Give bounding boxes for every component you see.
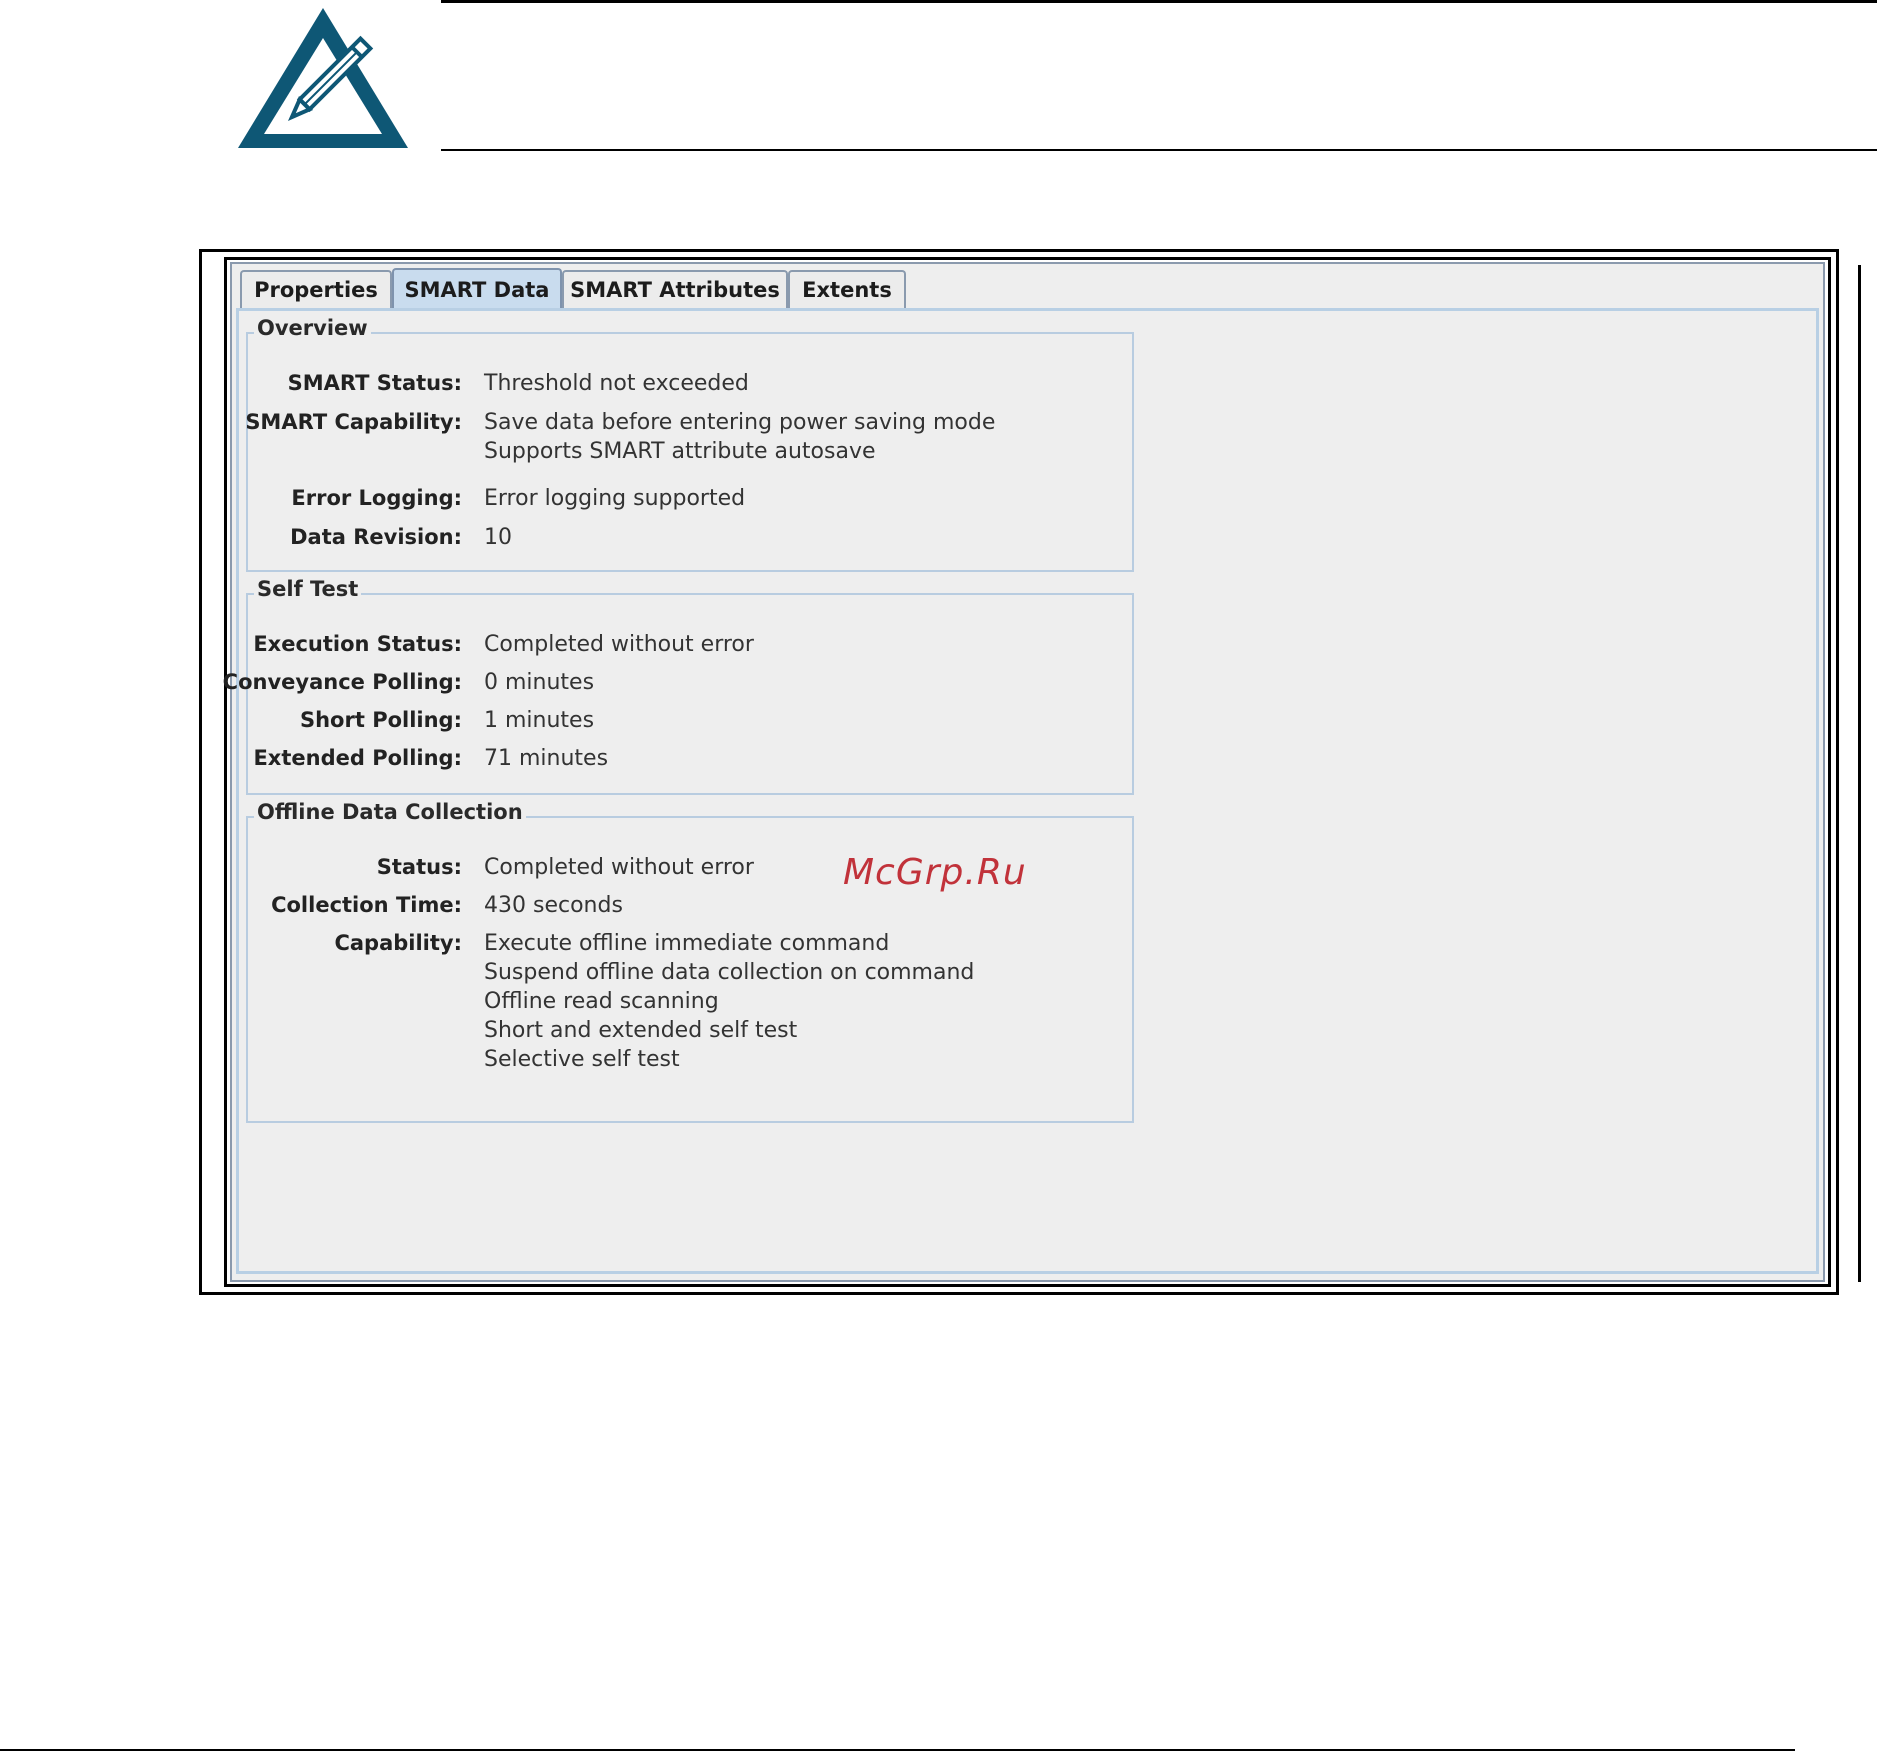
tab-panel-smart-data: Overview SMART Status: Threshold not exc…: [223, 308, 1819, 1274]
side-bar-mark: [1858, 265, 1861, 1282]
field-label: Capability:: [334, 931, 462, 955]
field-label: Extended Polling:: [253, 746, 462, 770]
list-item: Supports SMART attribute autosave: [484, 439, 876, 464]
smart-data-dialog: Properties SMART Data SMART Attributes E…: [223, 262, 1825, 1282]
tab-properties[interactable]: Properties: [240, 270, 392, 308]
list-item: Offline read scanning: [484, 989, 719, 1014]
field-value: 10: [484, 525, 512, 550]
tab-smart-data[interactable]: SMART Data: [392, 268, 562, 310]
field-label: Collection Time:: [271, 893, 462, 917]
group-title: Overview: [254, 316, 371, 340]
field-value-list: Execute offline immediate command Suspen…: [484, 929, 974, 1074]
field-value: Threshold not exceeded: [484, 371, 749, 396]
list-item: Save data before entering power saving m…: [484, 410, 996, 435]
field-value: 71 minutes: [484, 746, 609, 771]
field-value-list: Save data before entering power saving m…: [484, 408, 995, 466]
list-item: Execute offline immediate command: [484, 931, 890, 956]
tab-extents[interactable]: Extents: [788, 270, 906, 308]
field-value: Error logging supported: [484, 486, 746, 511]
list-item: Short and extended self test: [484, 1018, 798, 1043]
header-rule-top: [441, 0, 1877, 3]
field-label: SMART Status:: [287, 371, 462, 395]
field-value: 0 minutes: [484, 670, 595, 695]
list-item: Suspend offline data collection on comma…: [484, 960, 975, 985]
header-rule-bottom: [441, 149, 1877, 151]
field-value: 1 minutes: [484, 708, 595, 733]
group-overview: Overview SMART Status: Threshold not exc…: [245, 316, 1134, 572]
field-value: Completed without error: [484, 855, 754, 880]
field-label: Status:: [376, 855, 462, 879]
field-label: SMART Capability:: [245, 410, 462, 434]
field-label: Conveyance Polling:: [222, 670, 462, 694]
field-label: Data Revision:: [290, 525, 462, 549]
list-item: Selective self test: [484, 1047, 680, 1072]
field-label: Short Polling:: [299, 708, 462, 732]
watermark-text: McGrp.Ru: [843, 852, 1027, 893]
field-label: Execution Status:: [253, 632, 462, 656]
group-self-test: Self Test Execution Status: Completed wi…: [223, 577, 1134, 795]
note-pencil-icon: [238, 8, 408, 148]
tab-smart-attributes[interactable]: SMART Attributes: [562, 270, 788, 308]
group-title: Offline Data Collection: [254, 800, 526, 824]
field-value: Completed without error: [484, 632, 754, 657]
field-value: 430 seconds: [484, 893, 623, 918]
group-title: Self Test: [254, 577, 362, 601]
field-label: Error Logging:: [291, 486, 462, 510]
